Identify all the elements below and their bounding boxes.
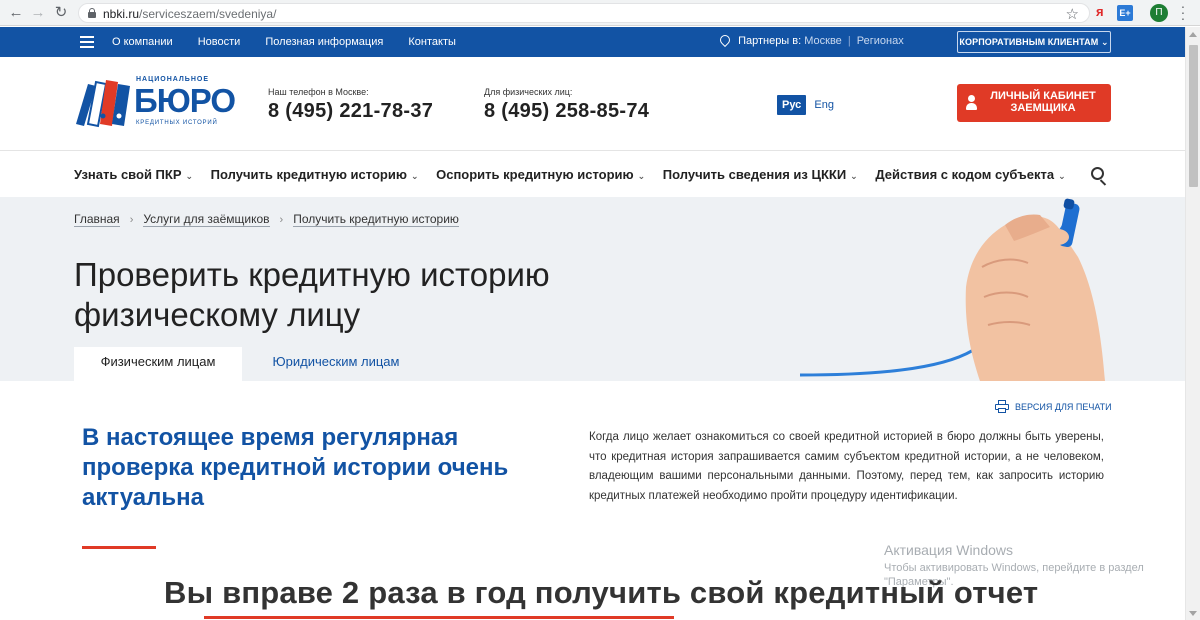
reload-icon[interactable]: ↻ — [51, 3, 71, 23]
top-nav-about[interactable]: О компании — [112, 36, 173, 48]
borrower-cabinet-label: ЛИЧНЫЙ КАБИНЕТ ЗАЕМЩИКА — [990, 90, 1096, 114]
chevron-down-icon: ⌄ — [1058, 171, 1066, 181]
search-icon[interactable] — [1091, 167, 1108, 186]
profile-avatar[interactable]: П — [1150, 4, 1168, 22]
lock-icon — [88, 8, 96, 18]
bookmark-star-icon[interactable]: ☆ — [1066, 5, 1079, 23]
printer-icon — [995, 400, 1009, 413]
hero-section: Главная › Услуги для заёмщиков › Получить кр… — [0, 197, 1185, 381]
breadcrumb-home[interactable]: Главная — [74, 212, 120, 227]
partners-selector: Партнеры в: Москве | Регионах — [717, 32, 904, 48]
phone-moscow-number[interactable]: 8 (495) 221-78-37 — [268, 100, 433, 123]
scroll-up-icon[interactable] — [1189, 32, 1197, 37]
phone-individuals-number[interactable]: 8 (495) 258-85-74 — [484, 100, 649, 123]
top-nav-contacts[interactable]: Контакты — [408, 36, 456, 48]
menu-item-ckki[interactable]: Получить сведения из ЦККИ ⌄ — [663, 167, 858, 182]
menu-item-label: Получить кредитную историю — [210, 167, 407, 182]
tab-individuals[interactable]: Физическим лицам — [74, 347, 242, 381]
chevron-down-icon: ⌄ — [637, 171, 646, 181]
print-version-link[interactable]: ВЕРСИЯ ДЛЯ ПЕЧАТИ — [995, 400, 1112, 413]
url-host: nbki.ru — [103, 7, 140, 21]
menu-item-label: Действия с кодом субъекта — [875, 167, 1055, 182]
browser-menu-icon[interactable]: · · · — [1178, 0, 1188, 25]
partners-label: Партнеры в: — [738, 35, 802, 47]
site-header: НАЦИОНАЛЬНОЕ БЮРО КРЕДИТНЫХ ИСТОРИЙ Наш … — [0, 57, 1185, 151]
nbki-logo[interactable]: НАЦИОНАЛЬНОЕ БЮРО КРЕДИТНЫХ ИСТОРИЙ — [74, 76, 236, 128]
partners-separator: | — [847, 35, 851, 47]
phone-moscow-label: Наш телефон в Москве: — [268, 87, 369, 97]
accent-divider — [82, 546, 156, 549]
menu-item-dispute-history[interactable]: Оспорить кредитную историю ⌄ — [436, 167, 645, 182]
breadcrumb: Главная › Услуги для заёмщиков › Получить кр… — [74, 212, 459, 227]
windows-activation-title: Активация Windows — [884, 542, 1014, 558]
logo-line2: КРЕДИТНЫХ ИСТОРИЙ — [136, 120, 218, 126]
logo-wordmark: БЮРО — [134, 82, 236, 119]
top-nav-useful-info[interactable]: Полезная информация — [265, 36, 383, 48]
chevron-right-icon: › — [279, 214, 284, 226]
chevron-down-icon: ⌄ — [410, 171, 419, 181]
breadcrumb-current[interactable]: Получить кредитную историю — [293, 212, 459, 227]
top-bar: О компании Новости Полезная информация К… — [0, 27, 1185, 57]
phone-individuals: Для физических лиц: 8 (495) 258-85-74 — [484, 87, 649, 123]
address-bar[interactable]: nbki.ru/serviceszaem/svedeniya/ ☆ — [78, 3, 1090, 23]
top-nav-news[interactable]: Новости — [198, 36, 241, 48]
chevron-down-icon: ⌄ — [1100, 37, 1109, 47]
chevron-right-icon: › — [129, 214, 134, 226]
partners-regions-link[interactable]: Регионах — [857, 35, 904, 47]
forward-arrow-icon[interactable]: → — [28, 3, 48, 23]
lead-heading: В настоящее время регулярная проверка кр… — [82, 424, 509, 511]
url-path: /serviceszaem/svedeniya/ — [139, 7, 277, 21]
hamburger-menu-icon[interactable] — [80, 36, 94, 48]
extension-icon[interactable]: E+ — [1117, 5, 1133, 21]
yandex-extension-icon[interactable]: я — [1096, 4, 1104, 19]
back-arrow-icon[interactable]: ← — [6, 3, 26, 23]
top-nav: О компании Новости Полезная информация К… — [112, 36, 478, 48]
section-heading-underline — [204, 616, 674, 619]
lang-ru[interactable]: Рус — [777, 95, 807, 115]
tab-legal-entities[interactable]: Юридическим лицам — [256, 347, 416, 381]
location-pin-icon — [717, 32, 733, 48]
lang-en[interactable]: Eng — [814, 99, 834, 111]
menu-item-label: Узнать свой ПКР — [74, 167, 182, 182]
hand-with-marker-illustration — [800, 198, 1105, 381]
lead-paragraph: Когда лицо желает ознакомиться со своей … — [589, 431, 1104, 502]
page-scrollbar[interactable] — [1185, 27, 1200, 620]
chevron-down-icon: ⌄ — [850, 171, 858, 181]
url-text: nbki.ru/serviceszaem/svedeniya/ — [103, 7, 276, 21]
borrower-cabinet-button[interactable]: ЛИЧНЫЙ КАБИНЕТ ЗАЕМЩИКА — [957, 84, 1111, 122]
partners-moscow-link[interactable]: Москве — [804, 35, 842, 47]
main-menu: Узнать свой ПКР ⌄ Получить кредитную исто… — [0, 152, 1185, 197]
print-version-label: ВЕРСИЯ ДЛЯ ПЕЧАТИ — [1015, 402, 1112, 412]
corporate-clients-button[interactable]: КОРПОРАТИВНЫМ КЛИЕНТАМ ⌄ — [957, 31, 1111, 53]
language-switch: Рус Eng — [777, 95, 834, 115]
breadcrumb-services[interactable]: Услуги для заёмщиков — [143, 212, 270, 227]
user-icon — [966, 95, 977, 110]
scroll-down-icon[interactable] — [1189, 611, 1197, 616]
section-heading: Вы вправе 2 раза в год получить свой кре… — [164, 575, 1039, 610]
chevron-down-icon: ⌄ — [185, 171, 194, 181]
menu-item-label: Оспорить кредитную историю — [436, 167, 634, 182]
menu-item-get-history[interactable]: Получить кредитную историю ⌄ — [211, 167, 419, 182]
phone-individuals-label: Для физических лиц: — [484, 87, 573, 97]
page-title: Проверить кредитную историю физическому … — [74, 256, 550, 333]
phone-moscow: Наш телефон в Москве: 8 (495) 221-78-37 — [268, 87, 433, 123]
scrollbar-thumb[interactable] — [1189, 45, 1198, 187]
menu-item-label: Получить сведения из ЦККИ — [662, 167, 847, 182]
logo-books-icon — [76, 80, 130, 128]
menu-item-subject-code[interactable]: Действия с кодом субъекта ⌄ — [875, 167, 1065, 182]
corporate-clients-label: КОРПОРАТИВНЫМ КЛИЕНТАМ — [959, 37, 1099, 47]
browser-toolbar: ← → ↻ nbki.ru/serviceszaem/svedeniya/ ☆ … — [0, 0, 1200, 26]
menu-item-pkr[interactable]: Узнать свой ПКР ⌄ — [74, 167, 193, 182]
